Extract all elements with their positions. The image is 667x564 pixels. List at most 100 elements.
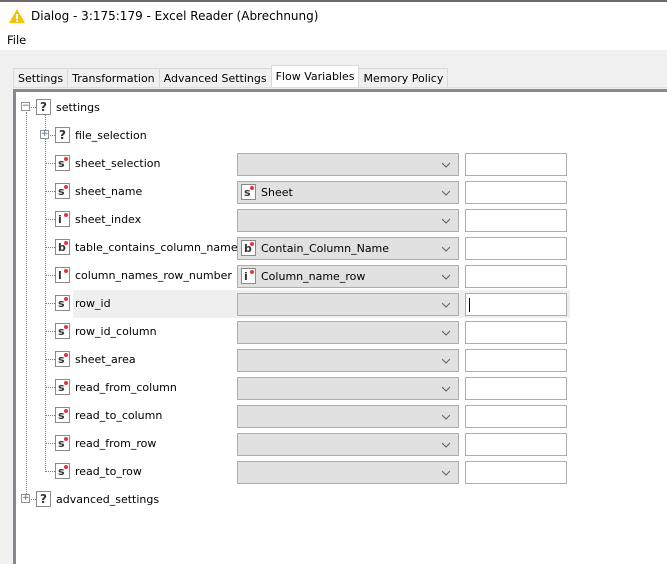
- tree-node-read-to-row[interactable]: s read_to_row: [16, 458, 667, 486]
- variable-dot-icon: [250, 186, 254, 190]
- tree-node-sheet-index[interactable]: i sheet_index: [16, 206, 667, 234]
- tree-node-file-selection[interactable]: + ? file_selection: [16, 122, 667, 150]
- node-label: column_names_row_number: [75, 269, 232, 282]
- tree-node-sheet-name[interactable]: s sheet_name s Sheet: [16, 178, 667, 206]
- node-label: sheet_selection: [75, 157, 161, 170]
- node-label: table_contains_column_names: [75, 241, 244, 254]
- chevron-down-icon[interactable]: [441, 355, 451, 364]
- tree-node-read-to-column[interactable]: s read_to_column: [16, 402, 667, 430]
- title-bar: Dialog - 3:175:179 - Excel Reader (Abrec…: [0, 2, 667, 29]
- string-type-icon: s: [241, 184, 256, 200]
- string-type-icon: s: [55, 435, 70, 451]
- override-variable-input[interactable]: [465, 237, 567, 260]
- expand-icon[interactable]: +: [40, 130, 49, 139]
- override-variable-input[interactable]: [465, 461, 567, 484]
- override-variable-input[interactable]: [465, 209, 567, 232]
- tree-node-read-from-column[interactable]: s read_from_column: [16, 374, 667, 402]
- selected-variable: Contain_Column_Name: [261, 242, 390, 255]
- variable-dot-icon: [64, 269, 68, 273]
- chevron-down-icon[interactable]: [441, 467, 451, 476]
- tree-node-settings[interactable]: − ? settings: [16, 94, 667, 122]
- tree-node-row-id-column[interactable]: s row_id_column: [16, 318, 667, 346]
- override-variable-input[interactable]: [465, 405, 567, 428]
- variable-dot-icon: [250, 270, 254, 274]
- tab-advanced-settings[interactable]: Advanced Settings: [158, 68, 272, 87]
- node-label: read_to_row: [75, 465, 142, 478]
- tree-node-row-id[interactable]: s row_id: [16, 290, 667, 318]
- variable-select[interactable]: [237, 349, 459, 372]
- menu-file[interactable]: File: [7, 33, 26, 47]
- tree-connector: [46, 359, 55, 360]
- chevron-down-icon[interactable]: [441, 271, 451, 280]
- variable-select[interactable]: [237, 461, 459, 484]
- variable-select[interactable]: i Column_name_row: [237, 265, 459, 288]
- string-type-icon: s: [55, 155, 70, 171]
- tree-connector: [46, 471, 55, 472]
- tree-connector: [46, 415, 55, 416]
- variable-dot-icon: [64, 381, 68, 385]
- type-letter: i: [58, 213, 62, 226]
- chevron-down-icon[interactable]: [441, 439, 451, 448]
- variable-select[interactable]: [237, 377, 459, 400]
- tree-node-advanced-settings[interactable]: + ? advanced_settings: [16, 486, 667, 514]
- chevron-down-icon[interactable]: [441, 411, 451, 420]
- chevron-down-icon[interactable]: [441, 299, 451, 308]
- node-label: sheet_area: [75, 353, 136, 366]
- chevron-down-icon[interactable]: [441, 243, 451, 252]
- expand-icon[interactable]: +: [21, 494, 30, 503]
- tab-flow-variables[interactable]: Flow Variables: [270, 65, 360, 87]
- node-label: read_to_column: [75, 409, 163, 422]
- warning-triangle-icon: [9, 8, 25, 23]
- tree-node-sheet-area[interactable]: s sheet_area: [16, 346, 667, 374]
- variable-select[interactable]: [237, 209, 459, 232]
- tab-settings[interactable]: Settings: [13, 68, 69, 87]
- tree-connector: [46, 219, 55, 220]
- override-variable-input[interactable]: [465, 377, 567, 400]
- variable-select[interactable]: [237, 321, 459, 344]
- string-type-icon: s: [55, 379, 70, 395]
- variable-dot-icon: [64, 353, 68, 357]
- variable-select[interactable]: [237, 433, 459, 456]
- override-variable-input[interactable]: [465, 433, 567, 456]
- tree-connector: [46, 303, 55, 304]
- tab-memory-policy[interactable]: Memory Policy: [358, 68, 449, 87]
- chevron-down-icon[interactable]: [441, 187, 451, 196]
- chevron-down-icon[interactable]: [441, 159, 451, 168]
- flow-variables-panel: − ? settings + ? file_selection s sheet_s…: [13, 89, 667, 564]
- boolean-type-icon: b: [55, 239, 70, 255]
- node-label: row_id_column: [75, 325, 157, 338]
- variable-dot-icon: [64, 185, 68, 189]
- override-variable-input[interactable]: [465, 181, 567, 204]
- variable-select[interactable]: s Sheet: [237, 181, 459, 204]
- string-type-icon: s: [55, 463, 70, 479]
- override-variable-input[interactable]: [465, 265, 567, 288]
- chevron-down-icon[interactable]: [441, 215, 451, 224]
- string-type-icon: s: [55, 295, 70, 311]
- variable-select[interactable]: [237, 293, 459, 316]
- chevron-down-icon[interactable]: [441, 383, 451, 392]
- long-type-icon: l: [55, 267, 70, 283]
- node-label: read_from_column: [75, 381, 177, 394]
- override-variable-input[interactable]: [465, 321, 567, 344]
- tab-transformation[interactable]: Transformation: [67, 68, 160, 87]
- tree-node-read-from-row[interactable]: s read_from_row: [16, 430, 667, 458]
- menu-bar: File: [0, 30, 667, 50]
- variable-select[interactable]: [237, 405, 459, 428]
- tree-node-sheet-selection[interactable]: s sheet_selection: [16, 150, 667, 178]
- tree-node-column-names-row-number[interactable]: l column_names_row_number i Column_name_row: [16, 262, 667, 290]
- override-variable-input[interactable]: [465, 349, 567, 372]
- string-type-icon: s: [55, 183, 70, 199]
- node-label: sheet_index: [75, 213, 142, 226]
- integer-type-icon: i: [55, 211, 70, 227]
- tree-node-table-contains-column-names[interactable]: b table_contains_column_names b Contain_Col…: [16, 234, 667, 262]
- variable-select[interactable]: b Contain_Column_Name: [237, 237, 459, 260]
- chevron-down-icon[interactable]: [441, 327, 451, 336]
- variable-select[interactable]: [237, 153, 459, 176]
- tree-connector: [46, 163, 55, 164]
- tab-bar: Settings Transformation Advanced Setting…: [13, 65, 449, 87]
- override-variable-input[interactable]: [465, 293, 567, 316]
- variable-dot-icon: [64, 213, 68, 217]
- tree-connector: [46, 247, 55, 248]
- override-variable-input[interactable]: [465, 153, 567, 176]
- collapse-icon[interactable]: −: [21, 102, 30, 111]
